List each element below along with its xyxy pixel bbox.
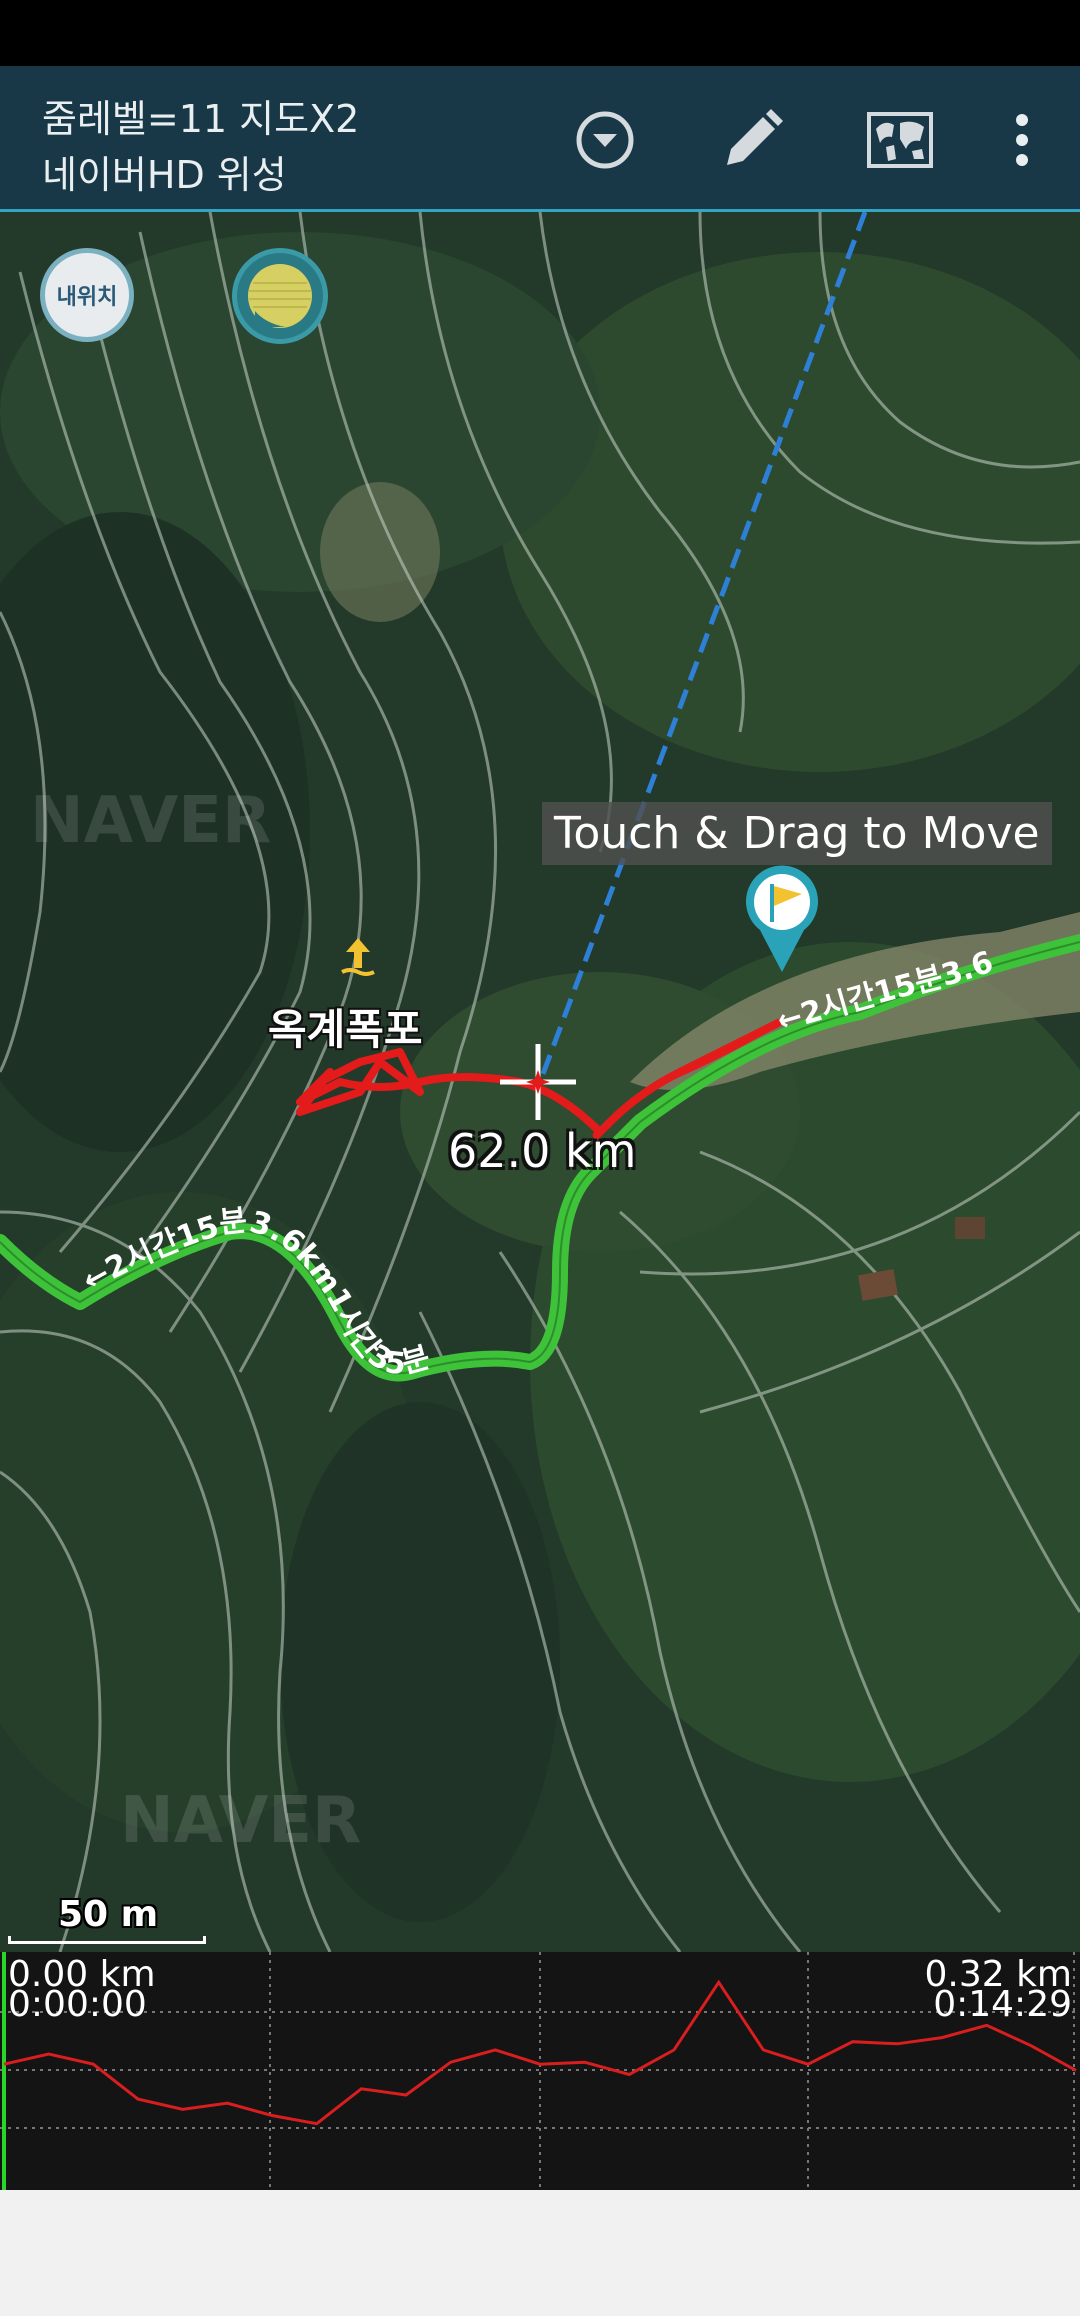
naver-watermark: NAVER xyxy=(30,784,271,858)
overflow-menu-button[interactable] xyxy=(982,100,1062,180)
map-view-button[interactable] xyxy=(860,100,940,180)
pencil-icon xyxy=(727,109,783,165)
dropdown-button[interactable] xyxy=(565,100,645,180)
place-label: 옥계폭포 xyxy=(268,1005,423,1054)
layer-toggle-button[interactable] xyxy=(232,248,328,344)
bottom-empty-area xyxy=(0,2190,1080,2316)
world-map-icon xyxy=(867,112,933,168)
scale-bar xyxy=(8,1936,206,1944)
chevron-down-circle-icon xyxy=(576,111,634,169)
elevation-line xyxy=(3,1979,1077,2126)
edit-button[interactable] xyxy=(712,100,792,180)
distance-label: 62.0 km xyxy=(448,1124,637,1178)
status-bar xyxy=(0,0,1080,66)
scale-label: 50 m xyxy=(58,1894,159,1935)
layer-icon xyxy=(248,264,312,328)
satellite-terrain: NAVER NAVER ←2시간15분3.6km1시간35분 ←2시간15분3.… xyxy=(0,212,1080,1952)
map-source-title[interactable]: 네이버HD 위성 xyxy=(42,144,287,199)
naver-watermark-2: NAVER xyxy=(120,1784,361,1858)
profile-end-time: 0:14:29 xyxy=(933,1984,1072,2025)
zoom-level-title[interactable]: 줌레벨=11 지도X2 xyxy=(42,88,359,143)
profile-start-time: 0:00:00 xyxy=(8,1984,147,2025)
app-bar: 줌레벨=11 지도X2 네이버HD 위성 xyxy=(0,66,1080,212)
my-location-button[interactable]: 내위치 xyxy=(40,248,134,342)
drag-hint-label: Touch & Drag to Move xyxy=(542,802,1052,865)
more-vert-icon xyxy=(1016,114,1028,166)
map-view[interactable]: NAVER NAVER ←2시간15분3.6km1시간35분 ←2시간15분3.… xyxy=(0,212,1080,1952)
elevation-profile[interactable]: 0.00 km 0:00:00 0.32 km 0:14:29 xyxy=(0,1952,1080,2190)
profile-grid xyxy=(0,1952,1080,2190)
elevation-chart xyxy=(0,1952,1080,2190)
